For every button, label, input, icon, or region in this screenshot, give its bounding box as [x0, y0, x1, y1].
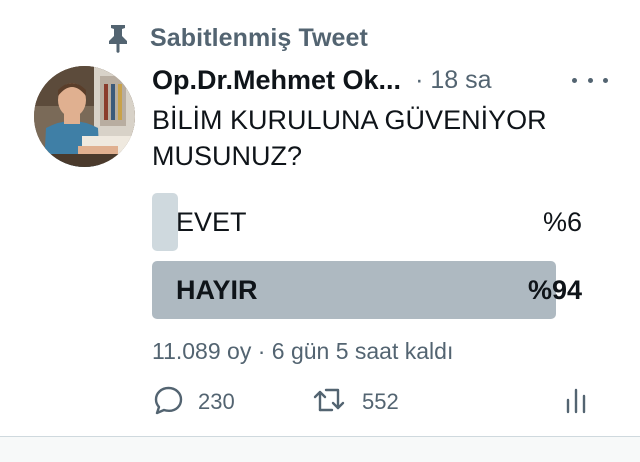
pinned-label: Sabitlenmiş Tweet — [150, 23, 368, 52]
tweet-timestamp[interactable]: · 18 sa — [415, 66, 491, 95]
pinned-tweet-header: Sabitlenmiş Tweet — [102, 22, 368, 54]
tweet-header: Op.Dr.Mehmet Ok... · 18 sa — [152, 62, 608, 98]
analytics-button[interactable] — [562, 382, 590, 422]
poll-option-evet: EVET %6 — [152, 193, 582, 251]
tweet-text: BİLİM KURULUNA GÜVENİYOR MUSUNUZ? — [152, 105, 547, 171]
poll-option-percent: %6 — [542, 207, 582, 237]
reply-button[interactable]: 230 — [152, 382, 235, 422]
analytics-icon — [562, 384, 590, 421]
poll-bar — [152, 193, 178, 251]
reply-icon — [152, 384, 184, 421]
more-options-icon[interactable] — [572, 68, 608, 92]
poll: EVET %6 HAYIR %94 — [152, 193, 582, 329]
poll-option-label: HAYIR — [176, 275, 258, 305]
retweet-button[interactable]: 552 — [312, 382, 399, 422]
poll-meta: 11.089 oy · 6 gün 5 saat kaldı — [152, 338, 454, 364]
next-item-strip — [0, 437, 640, 462]
avatar[interactable] — [34, 66, 135, 167]
retweet-icon — [312, 384, 348, 421]
pin-icon — [102, 22, 134, 54]
retweet-count: 552 — [362, 389, 399, 414]
poll-option-hayir: HAYIR %94 — [152, 261, 582, 319]
author-name[interactable]: Op.Dr.Mehmet Ok... — [152, 65, 401, 96]
reply-count: 230 — [198, 389, 235, 414]
poll-option-percent: %94 — [527, 275, 582, 305]
poll-option-label: EVET — [176, 207, 247, 237]
tweet-actions: 230 552 — [152, 382, 592, 422]
